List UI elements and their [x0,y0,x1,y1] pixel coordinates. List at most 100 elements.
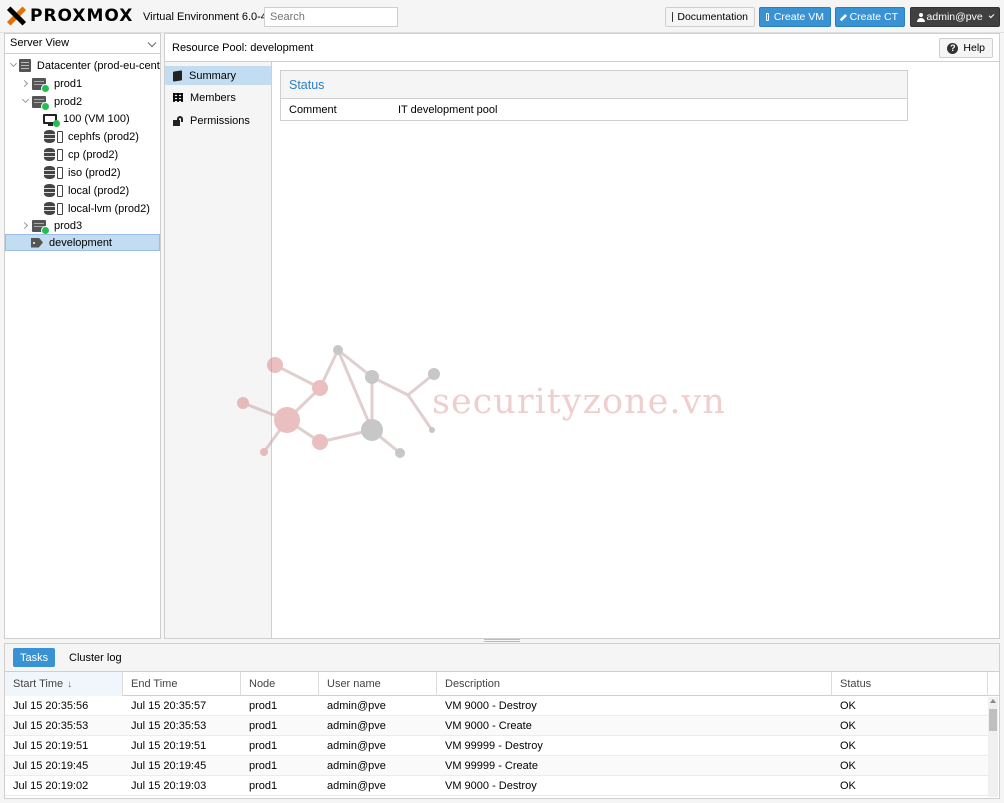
cell-end-time: Jul 15 20:35:57 [131,700,207,712]
column-header-user-name[interactable]: User name [319,672,437,696]
help-button[interactable]: ? Help [939,38,993,58]
cell-start-time: Jul 15 20:19:45 [13,760,89,772]
tree-node-label: cp (prod2) [68,148,119,161]
tree-node-label: local-lvm (prod2) [68,202,150,215]
task-grid-header: Start Time ↓ End Time Node User name Desc… [5,672,999,696]
status-key: Comment [289,103,337,116]
menu-item-label: Summary [189,69,237,82]
column-header-status[interactable]: Status [832,672,988,696]
tree-node-label: development [49,236,112,249]
menu-item-label: Members [190,91,236,104]
cell-start-time: Jul 15 20:35:53 [13,720,89,732]
tree-node-storage-iso[interactable]: iso (prod2) [8,164,160,181]
tree-node-datacenter[interactable]: Datacenter (prod-eu-central) [8,57,160,74]
pool-tag-icon [31,237,43,248]
unlock-icon [173,115,183,126]
documentation-button[interactable]: Documentation [665,7,755,27]
server-online-icon [32,219,50,235]
cell-end-time: Jul 15 20:19:45 [131,760,207,772]
tree-node-label: 100 (VM 100) [63,112,130,125]
cell-start-time: Jul 15 20:19:51 [13,740,89,752]
column-header-label: Start Time [13,678,64,690]
cell-description: VM 9000 - Create [445,720,532,732]
vm-running-icon [43,113,60,127]
logo-text: PROXMOX [30,6,134,26]
column-header-label: Description [445,678,501,690]
page-title: Resource Pool: development [172,42,314,54]
grid-icon [173,93,183,102]
cell-status: OK [840,760,856,772]
storage-content-icon [57,202,63,215]
column-header-label: End Time [131,678,178,690]
cell-status: OK [840,720,856,732]
table-row[interactable]: Jul 15 20:35:53 Jul 15 20:35:53 prod1 ad… [5,716,989,736]
storage-icon [44,130,55,143]
storage-icon [44,184,55,197]
menu-item-summary[interactable]: Summary [165,66,271,85]
resource-tree: Server View Datacenter (prod-eu-central)… [4,33,161,639]
cell-user: admin@pve [327,720,386,732]
view-selector-label: Server View [10,37,70,49]
cube-icon [839,13,847,21]
column-header-start-time[interactable]: Start Time ↓ [5,672,123,696]
log-panel: Tasks Cluster log Start Time ↓ End Time N… [4,643,1000,799]
tree-node-vm-100[interactable]: 100 (VM 100) [8,110,160,127]
storage-icon [44,148,55,161]
column-header-label: Status [840,678,872,690]
storage-content-icon [57,184,63,197]
cell-user: admin@pve [327,760,386,772]
documentation-label: Documentation [677,11,748,23]
cell-status: OK [840,740,856,752]
menu-item-members[interactable]: Members [165,88,271,107]
log-scrollbar[interactable] [988,697,998,797]
user-menu-button[interactable]: admin@pve [910,7,1000,27]
table-row[interactable]: Jul 15 20:19:45 Jul 15 20:19:45 prod1 ad… [5,756,989,776]
column-header-end-time[interactable]: End Time [123,672,241,696]
product-version: Virtual Environment 6.0-4 [143,11,267,23]
scrollbar-thumb[interactable] [989,709,997,731]
tab-tasks[interactable]: Tasks [13,648,56,667]
column-header-description[interactable]: Description [437,672,832,696]
tree-node-label: prod1 [54,77,83,90]
tree-node-prod1[interactable]: prod1 [8,75,160,93]
storage-content-icon [57,148,63,161]
tab-cluster-log[interactable]: Cluster log [62,648,129,667]
top-bar: PROXMOX Virtual Environment 6.0-4 Docume… [0,0,1004,33]
tree-node-storage-local-lvm[interactable]: local-lvm (prod2) [8,200,160,217]
help-label: Help [963,42,985,54]
tree-node-storage-local[interactable]: local (prod2) [8,182,160,199]
create-ct-button[interactable]: Create CT [835,7,905,27]
tree-node-prod3[interactable]: prod3 [8,217,160,235]
tree-node-prod2[interactable]: prod2 [8,93,160,111]
tree-node-pool-development[interactable]: development [5,234,160,251]
search-input[interactable] [264,7,398,27]
table-row[interactable]: Jul 15 20:35:56 Jul 15 20:35:57 prod1 ad… [5,696,989,716]
storage-icon [44,202,55,215]
proxmox-x-icon [6,6,27,26]
cell-node: prod1 [249,780,278,792]
proxmox-logo[interactable]: PROXMOX [6,6,133,26]
create-vm-button[interactable]: Create VM [759,7,831,27]
watermark: securityzone.vn [230,340,790,470]
user-icon [917,12,925,22]
server-online-icon [32,77,50,93]
create-ct-label: Create CT [849,11,898,23]
menu-item-permissions[interactable]: Permissions [165,111,271,130]
tree-node-label: cephfs (prod2) [68,130,139,143]
cell-start-time: Jul 15 20:35:56 [13,700,89,712]
chevron-down-icon [147,38,157,48]
scroll-up-arrow-icon[interactable] [990,699,996,703]
tree-node-storage-cp[interactable]: cp (prod2) [8,146,160,163]
tree-node-storage-cephfs[interactable]: cephfs (prod2) [8,128,160,145]
view-selector[interactable]: Server View [5,34,160,54]
table-row[interactable]: Jul 15 20:19:02 Jul 15 20:19:03 prod1 ad… [5,776,989,796]
table-row[interactable]: Jul 15 20:19:51 Jul 15 20:19:51 prod1 ad… [5,736,989,756]
column-header-label: Node [249,678,276,690]
column-header-node[interactable]: Node [241,672,319,696]
status-panel: Status Comment IT development pool [280,70,908,121]
tree-node-label: Datacenter (prod-eu-central) [36,59,160,72]
cell-status: OK [840,700,856,712]
log-tab-bar: Tasks Cluster log [5,644,999,672]
monitor-icon [766,13,769,21]
user-label: admin@pve [926,11,983,23]
